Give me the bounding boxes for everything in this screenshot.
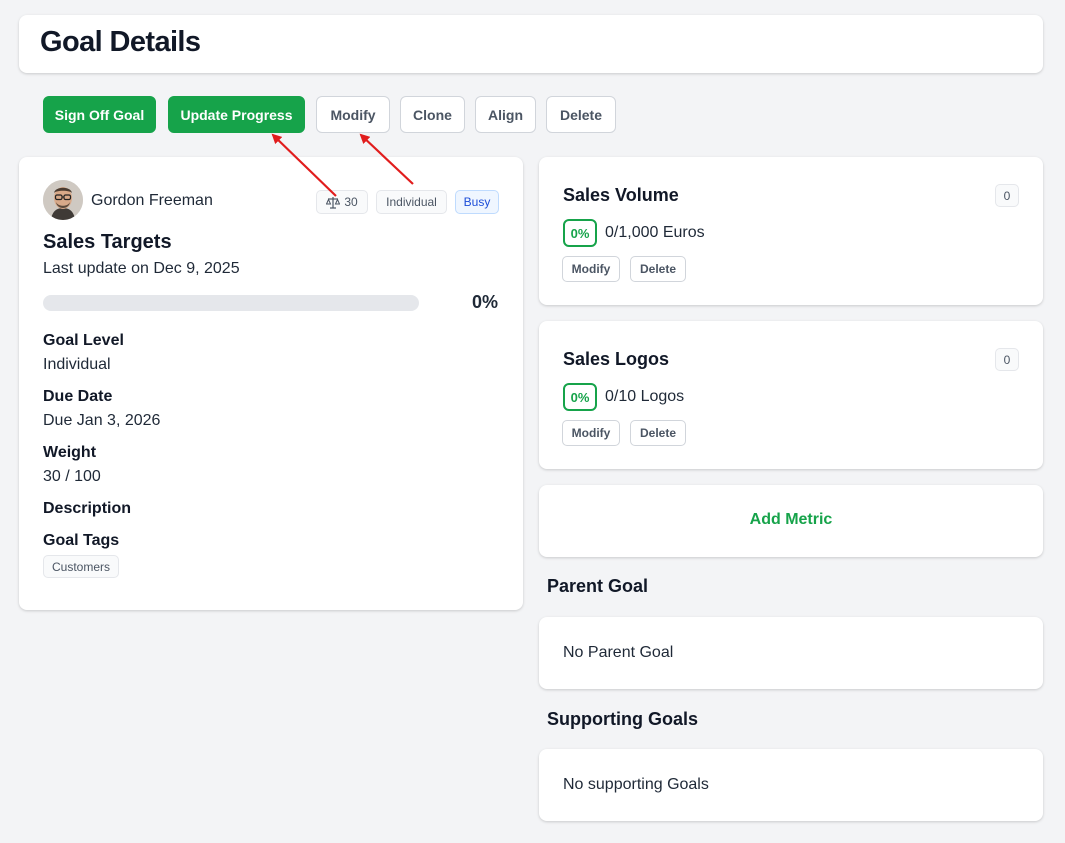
modify-button[interactable]: Modify xyxy=(316,96,390,133)
page-title: Goal Details xyxy=(40,26,201,58)
parent-goal-text: No Parent Goal xyxy=(563,644,674,661)
metric-count-badge: 0 xyxy=(995,184,1019,207)
parent-goal-heading: Parent Goal xyxy=(547,576,649,596)
tag-chip[interactable]: Customers xyxy=(43,555,120,578)
metric-card: Sales Volume 0 0% 0/1,000 Euros Modify D… xyxy=(539,157,1043,305)
progress-percent: 0% xyxy=(471,292,498,312)
metric-count-badge: 0 xyxy=(995,348,1019,371)
metric-value: 0/10 Logos xyxy=(605,388,685,405)
metric-delete-button[interactable]: Delete xyxy=(630,256,686,282)
metric-title: Sales Volume xyxy=(563,185,679,205)
scale-icon xyxy=(326,196,341,209)
description-label: Description xyxy=(43,500,132,517)
progress-bar xyxy=(43,295,419,311)
avatar xyxy=(43,180,83,220)
status-badge: Busy xyxy=(455,190,499,214)
weight-label: Weight xyxy=(43,444,97,461)
weight-chip-value: 30 xyxy=(344,195,358,209)
delete-button[interactable]: Delete xyxy=(546,96,616,133)
metric-modify-button[interactable]: Modify xyxy=(562,256,620,282)
goal-level-label: Goal Level xyxy=(43,332,124,349)
parent-goal-card: No Parent Goal xyxy=(539,617,1043,689)
goal-detail-card: Gordon Freeman 30 Individual Busy Sales … xyxy=(19,157,523,610)
supporting-goals-heading: Supporting Goals xyxy=(547,709,698,729)
last-update: Last update on Dec 9, 2025 xyxy=(43,260,240,277)
add-metric-button[interactable]: Add Metric xyxy=(539,485,1043,557)
page-header: Goal Details xyxy=(19,15,1043,73)
align-button[interactable]: Align xyxy=(475,96,536,133)
goal-level-value: Individual xyxy=(43,356,111,373)
update-progress-button[interactable]: Update Progress xyxy=(168,96,305,133)
weight-value: 30 / 100 xyxy=(43,468,101,485)
due-date-label: Due Date xyxy=(43,388,113,405)
metric-value: 0/1,000 Euros xyxy=(605,224,705,241)
owner-name: Gordon Freeman xyxy=(91,192,213,209)
supporting-goals-text: No supporting Goals xyxy=(563,776,709,793)
add-metric-label: Add Metric xyxy=(749,511,833,528)
metric-modify-button[interactable]: Modify xyxy=(562,420,620,446)
weight-chip: 30 xyxy=(316,190,368,214)
clone-button[interactable]: Clone xyxy=(400,96,465,133)
goal-title: Sales Targets xyxy=(43,231,172,253)
metric-card: Sales Logos 0 0% 0/10 Logos Modify Delet… xyxy=(539,321,1043,469)
goal-tags-label: Goal Tags xyxy=(43,532,120,549)
metric-title: Sales Logos xyxy=(563,349,670,369)
metric-delete-button[interactable]: Delete xyxy=(630,420,686,446)
supporting-goals-card: No supporting Goals xyxy=(539,749,1043,821)
metric-percent-badge: 0% xyxy=(563,219,597,247)
due-date-value: Due Jan 3, 2026 xyxy=(43,412,161,429)
level-chip: Individual xyxy=(376,190,447,214)
metric-percent-badge: 0% xyxy=(563,383,597,411)
sign-off-goal-button[interactable]: Sign Off Goal xyxy=(43,96,156,133)
